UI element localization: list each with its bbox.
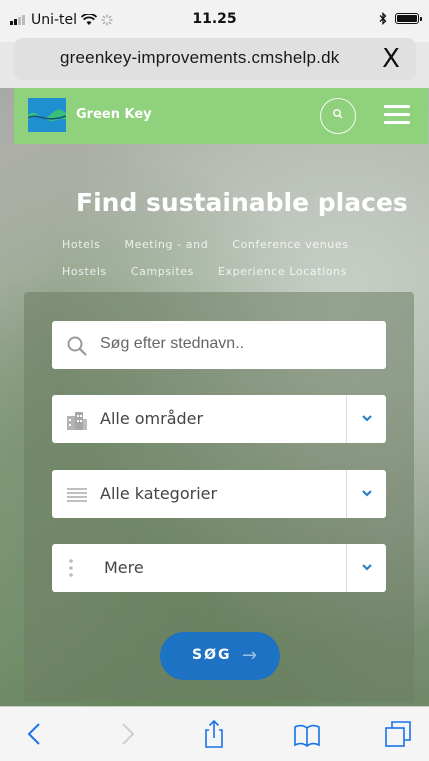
search-panel: Søg efter stednavn.. Alle områder Alle k… (24, 292, 414, 702)
battery-icon (395, 13, 422, 24)
category-select-value: Alle kategorier (100, 484, 218, 503)
hero-title: Find sustainable places (76, 188, 408, 217)
search-icon (321, 108, 355, 123)
search-icon (66, 335, 88, 357)
place-search-input[interactable]: Søg efter stednavn.. (52, 321, 386, 369)
close-icon[interactable]: X (376, 44, 406, 74)
address-bar[interactable]: greenkey-improvements.cmshelp.dk X (14, 38, 416, 80)
more-select[interactable]: Mere (52, 544, 386, 592)
hero-section: Green Key Find sustainable places Hotels… (0, 88, 429, 706)
share-icon[interactable] (199, 719, 229, 749)
chevron-down-icon[interactable] (346, 395, 386, 443)
category-link[interactable]: Hotels (62, 231, 100, 258)
category-link[interactable]: Campsites (131, 258, 194, 285)
status-bar: Uni-tel 11.25 (0, 0, 429, 42)
more-select-value: Mere (104, 558, 144, 577)
header-search-button[interactable] (320, 98, 356, 134)
browser-toolbar (0, 706, 429, 761)
chevron-down-icon[interactable] (346, 470, 386, 518)
arrow-right-icon: → (242, 645, 258, 666)
category-select[interactable]: Alle kategorier (52, 470, 386, 518)
more-dots-icon (66, 558, 88, 580)
category-link[interactable]: Conference venues (232, 231, 348, 258)
area-select[interactable]: Alle områder (52, 395, 386, 443)
category-link[interactable]: Meeting - and (124, 231, 208, 258)
url-text[interactable]: greenkey-improvements.cmshelp.dk (60, 48, 339, 68)
back-icon[interactable] (20, 719, 50, 749)
search-submit-label: SØG (192, 647, 232, 663)
list-icon (66, 484, 88, 506)
tabs-icon[interactable] (383, 719, 413, 749)
brand-name[interactable]: Green Key (76, 107, 152, 122)
category-links: Hotels Meeting - and Conference venues Hos… (62, 231, 392, 285)
bookmarks-icon[interactable] (292, 719, 322, 749)
status-right (379, 12, 422, 25)
chevron-down-icon[interactable] (346, 544, 386, 592)
site-header: Green Key (14, 88, 428, 144)
green-key-logo[interactable] (28, 98, 66, 132)
menu-icon[interactable] (384, 105, 410, 125)
category-link[interactable]: Experience Locations (218, 258, 347, 285)
category-link[interactable]: Hostels (62, 258, 107, 285)
forward-icon[interactable] (112, 719, 142, 749)
place-search-placeholder: Søg efter stednavn.. (100, 335, 245, 352)
search-submit-button[interactable]: SØG → (160, 632, 280, 680)
buildings-icon (66, 409, 88, 431)
bluetooth-icon (379, 12, 387, 25)
area-select-value: Alle områder (100, 409, 204, 428)
status-time: 11.25 (192, 11, 237, 27)
